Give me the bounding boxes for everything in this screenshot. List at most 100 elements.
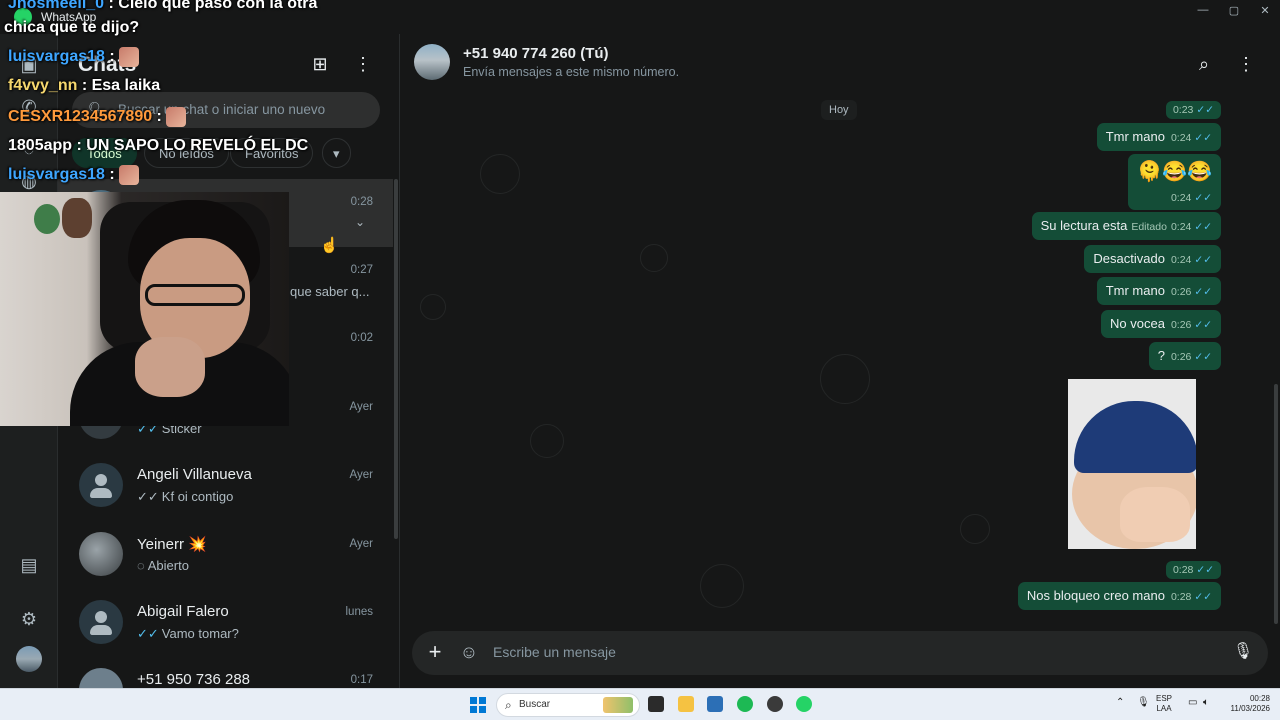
stream-chat-text: : xyxy=(152,108,162,126)
chat-time: 0:27 xyxy=(350,264,373,276)
chat-time: Ayer xyxy=(349,401,373,413)
chevron-down-icon[interactable]: ⌄ xyxy=(355,215,365,229)
chat-name: Angeli Villanueva xyxy=(137,466,252,483)
file-explorer-icon[interactable] xyxy=(678,696,694,712)
stream-chat-user: luisvargas18 xyxy=(8,48,105,66)
tray-chevron-icon[interactable]: ⌃ xyxy=(1116,697,1124,708)
taskbar-search[interactable]: ⌕ Buscar xyxy=(496,693,640,717)
message-bubble[interactable]: Tmr mano 0:24 ✓✓ xyxy=(1096,123,1221,151)
default-avatar-icon xyxy=(79,600,123,644)
photo-sticker[interactable] xyxy=(1068,379,1196,549)
conversation-scrollbar[interactable] xyxy=(1274,384,1278,624)
wallpaper-doodle xyxy=(820,354,870,404)
message-bubble[interactable]: Nos bloqueo creo mano 0:28 ✓✓ xyxy=(1017,582,1221,610)
filter-more-chevron-icon[interactable]: ▾ xyxy=(322,138,351,168)
chat-time: Ayer xyxy=(349,469,373,481)
message-bubble[interactable]: 🫠😂😂 0:24 ✓✓ xyxy=(1128,154,1221,210)
volume-icon[interactable]: 🔈︎ xyxy=(1203,697,1209,708)
settings-icon[interactable]: ⚙ xyxy=(18,608,40,630)
message-input[interactable]: Escribe un mensaje xyxy=(493,644,616,660)
read-ticks-icon: ✓✓ xyxy=(1196,564,1214,576)
message-composer: + ☺ Escribe un mensaje 🎙︎ xyxy=(412,631,1268,675)
read-ticks-icon: ✓✓ xyxy=(1194,591,1212,603)
message-bubble[interactable]: 0:23 ✓✓ xyxy=(1165,101,1221,119)
chat-row[interactable]: Yeinerr 💥 Ayer ◌ Abierto xyxy=(58,521,393,589)
spotify-icon[interactable] xyxy=(737,696,753,712)
chat-row[interactable]: Angeli Villanueva Ayer ✓✓ Kf oi contigo xyxy=(58,452,393,520)
chat-header: +51 940 774 260 (Tú) Envía mensajes a es… xyxy=(400,34,1280,94)
keyboard-layout: LAA xyxy=(1156,704,1172,713)
stream-chat-text: : Cielo que pasó con la otra xyxy=(104,0,318,12)
chat-time: 0:17 xyxy=(350,674,373,686)
message-time: 0:26 xyxy=(1170,286,1192,298)
app-icon[interactable] xyxy=(767,696,783,712)
stream-chat-user: CESXR1234567890 xyxy=(8,108,153,126)
preview-text: Vamo tomar? xyxy=(161,626,239,641)
microphone-tray-icon[interactable]: 🎙︎ xyxy=(1137,697,1150,708)
clock[interactable]: 00:28 11/03/2026 xyxy=(1222,694,1270,714)
stream-chat-line: 1805app : UN SAPO LO REVELÓ EL DC xyxy=(8,137,308,155)
profile-avatar[interactable] xyxy=(16,646,42,672)
chat-preview: que saber q... xyxy=(290,284,370,299)
stream-chat-line: luisvargas18 : xyxy=(8,165,139,185)
wallpaper-doodle xyxy=(420,294,446,320)
menu-icon[interactable]: ⋮ xyxy=(1234,52,1258,76)
language-code: ESP xyxy=(1156,694,1173,703)
chat-row[interactable]: Abigail Falero lunes ✓✓ Vamo tomar? xyxy=(58,589,393,657)
message-bubble[interactable]: Su lectura esta Editado 0:24 ✓✓ xyxy=(1031,212,1221,240)
new-chat-icon[interactable]: ⊞ xyxy=(308,52,332,76)
chat-name: Abigail Falero xyxy=(137,603,229,620)
message-bubble[interactable]: Desactivado 0:24 ✓✓ xyxy=(1084,245,1221,273)
media-icon[interactable]: ▤ xyxy=(18,554,40,576)
store-icon[interactable] xyxy=(707,696,723,712)
maximize-button[interactable]: ▢ xyxy=(1219,4,1249,18)
task-view-icon[interactable] xyxy=(648,696,664,712)
wallpaper-doodle xyxy=(960,514,990,544)
message-bubble[interactable]: No vocea 0:26 ✓✓ xyxy=(1101,310,1221,338)
chat-preview: ✓✓ Kf oi contigo xyxy=(137,489,233,505)
chat-preview: ✓✓ Vamo tomar? xyxy=(137,626,239,642)
preview-text: Abierto xyxy=(147,558,189,573)
read-ticks-icon: ✓✓ xyxy=(1194,286,1212,298)
clock-date: 11/03/2026 xyxy=(1230,704,1270,713)
message-time: 0:24 xyxy=(1170,254,1192,266)
chat-time: Ayer xyxy=(349,538,373,550)
attach-plus-icon[interactable]: + xyxy=(424,639,446,665)
stream-chat-text: : UN SAPO LO REVELÓ EL DC xyxy=(72,137,309,154)
search-icon[interactable]: ⌕ xyxy=(1192,52,1216,76)
read-ticks-icon: ✓✓ xyxy=(1194,221,1212,233)
message-time: 0:28 xyxy=(1172,564,1194,576)
whatsapp-taskbar-icon[interactable] xyxy=(796,696,812,712)
contact-avatar[interactable] xyxy=(414,44,450,80)
webcam-toy xyxy=(62,198,92,238)
conversation-panel: +51 940 774 260 (Tú) Envía mensajes a es… xyxy=(400,34,1280,688)
stream-chat-text: : xyxy=(104,48,115,66)
contact-subtitle: Envía mensajes a este mismo número. xyxy=(463,65,680,79)
chat-preview: ◌ Abierto xyxy=(137,558,189,573)
taskbar: ⌕ Buscar ⌃ 🎙︎ ESP LAA ▭ 🔈︎ 00:28 11/03/202… xyxy=(0,688,1280,720)
menu-icon[interactable]: ⋮ xyxy=(351,52,375,76)
message-bubble[interactable]: Tmr mano 0:26 ✓✓ xyxy=(1096,277,1221,305)
language-indicator[interactable]: ESP LAA xyxy=(1156,694,1172,714)
preview-text: Kf oi contigo xyxy=(161,489,234,504)
read-ticks-icon: ✓✓ xyxy=(1194,351,1212,363)
close-button[interactable]: ✕ xyxy=(1250,4,1280,18)
chat-row[interactable]: +51 950 736 288 0:17 xyxy=(58,657,393,688)
chat-list-scrollbar[interactable] xyxy=(394,179,398,539)
read-ticks-icon: ✓✓ xyxy=(137,626,159,641)
stream-chat-user: f4vvy_nn xyxy=(8,77,78,94)
microphone-icon[interactable]: 🎙︎ xyxy=(1232,641,1254,663)
network-icon[interactable]: ▭ xyxy=(1188,697,1197,708)
sticker-time: 0:28 ✓✓ xyxy=(1165,561,1221,579)
windows-start-icon[interactable] xyxy=(470,697,486,713)
contact-name[interactable]: +51 940 774 260 (Tú) xyxy=(463,45,609,62)
message-time: 0:23 xyxy=(1172,104,1194,116)
sticker-emoji-icon[interactable]: ☺ xyxy=(458,641,480,663)
stream-chat-text: : xyxy=(104,166,115,184)
search-highlight-image xyxy=(603,697,633,713)
minimize-button[interactable]: — xyxy=(1188,4,1218,18)
message-time: 0:24 xyxy=(1170,221,1192,233)
message-bubble[interactable]: ? 0:26 ✓✓ xyxy=(1148,342,1221,370)
stream-chat-user: 1805app xyxy=(8,137,73,154)
sticker-hand xyxy=(1120,487,1190,542)
